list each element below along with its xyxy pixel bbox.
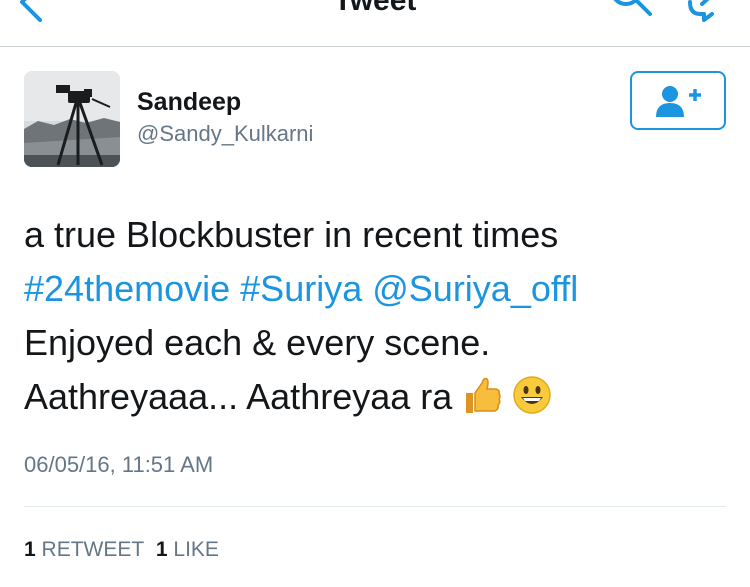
divider (24, 506, 726, 507)
smiley-emoji-icon (512, 375, 552, 430)
like-label: LIKE (173, 538, 219, 561)
search-icon[interactable] (606, 0, 658, 24)
author-screen-name[interactable]: @Sandy_Kulkarni (137, 121, 313, 147)
tweet-line-3: Enjoyed each & every scene. (24, 322, 491, 363)
hashtag-link[interactable]: #24themovie (24, 268, 230, 309)
tweet-line-2: #24themovie #Suriya @Suriya_offl (24, 262, 734, 316)
add-user-icon (656, 86, 701, 117)
thumbs-up-emoji-icon (462, 375, 502, 430)
retweets-stat[interactable]: 1 RETWEET (24, 538, 144, 561)
tweet-line-1: a true Blockbuster in recent times (24, 214, 559, 255)
author-display-name[interactable]: Sandeep (137, 88, 241, 117)
like-count: 1 (155, 538, 168, 561)
avatar[interactable] (24, 71, 120, 167)
tweet-line-4-text: Aathreyaaa... Aathreyaa ra (24, 376, 453, 417)
tweet-stats: 1 RETWEET 1 LIKE (24, 538, 219, 562)
retweet-label: RETWEET (41, 538, 145, 561)
tweet-text: a true Blockbuster in recent times #24th… (24, 208, 734, 430)
compose-tweet-icon[interactable] (680, 0, 730, 24)
retweet-count: 1 (24, 538, 36, 561)
tweet-line-4: Aathreyaaa... Aathreyaa ra (24, 370, 734, 430)
navigation-bar: Tweet (0, 0, 750, 47)
follow-button[interactable] (630, 71, 726, 130)
likes-stat[interactable]: 1 LIKE (156, 538, 219, 561)
hashtag-link[interactable]: #Suriya (240, 268, 362, 309)
mention-link[interactable]: @Suriya_offl (372, 268, 578, 309)
tweet-timestamp: 06/05/16, 11:51 AM (24, 452, 214, 477)
